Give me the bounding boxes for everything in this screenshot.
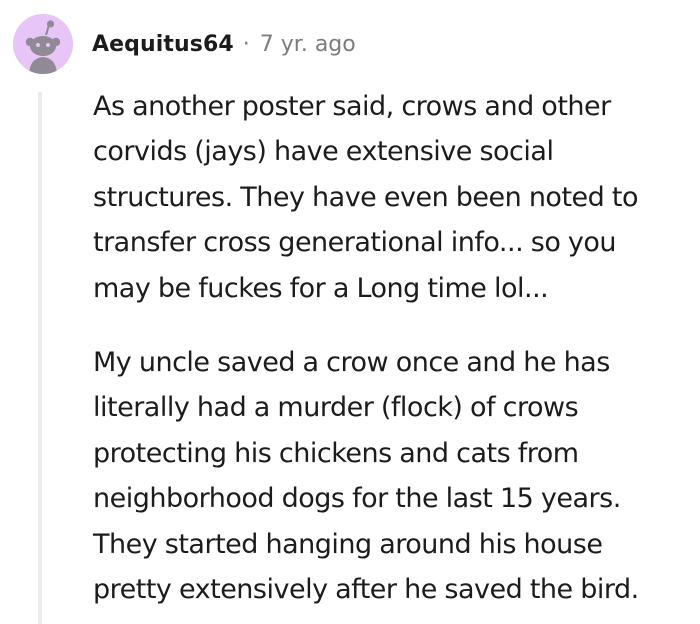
comment-text-line: pretty extensively after he saved the bi… bbox=[93, 574, 639, 606]
comment-text-line: may be fuckes for a Long time lol... bbox=[93, 272, 549, 304]
comment-text-line: corvids (jays) have extensive social bbox=[93, 136, 554, 168]
comment-body: As another poster said, crows and other c… bbox=[93, 84, 693, 612]
comment-text-line: structures. They have even been noted to bbox=[93, 181, 638, 213]
comment-text-line: protecting his chickens and cats from bbox=[93, 437, 579, 469]
comment-paragraph: As another poster said, crows and other c… bbox=[93, 84, 693, 311]
avatar[interactable] bbox=[13, 14, 73, 74]
snoo-avatar-icon bbox=[25, 20, 61, 74]
comment-text-line: As another poster said, crows and other bbox=[93, 91, 611, 122]
comment-text-line: They started hanging around his house bbox=[93, 528, 603, 560]
thread-collapse-line[interactable] bbox=[38, 92, 42, 624]
comment-header: Aequitus64 · 7 yr. ago bbox=[92, 28, 356, 60]
comment: Aequitus64 · 7 yr. ago As another poster… bbox=[0, 0, 700, 624]
timestamp-link[interactable]: 7 yr. ago bbox=[260, 32, 356, 57]
username-link[interactable]: Aequitus64 bbox=[92, 32, 234, 57]
meta-separator: · bbox=[242, 31, 250, 57]
comment-text-line: neighborhood dogs for the last 15 years. bbox=[93, 483, 621, 515]
comment-text-line: transfer cross generational info... so y… bbox=[93, 227, 617, 259]
comment-text-line: literally had a murder (flock) of crows bbox=[93, 392, 579, 424]
comment-paragraph: My uncle saved a crow once and he has lit… bbox=[93, 340, 693, 612]
comment-text-line: My uncle saved a crow once and he has bbox=[93, 347, 610, 379]
